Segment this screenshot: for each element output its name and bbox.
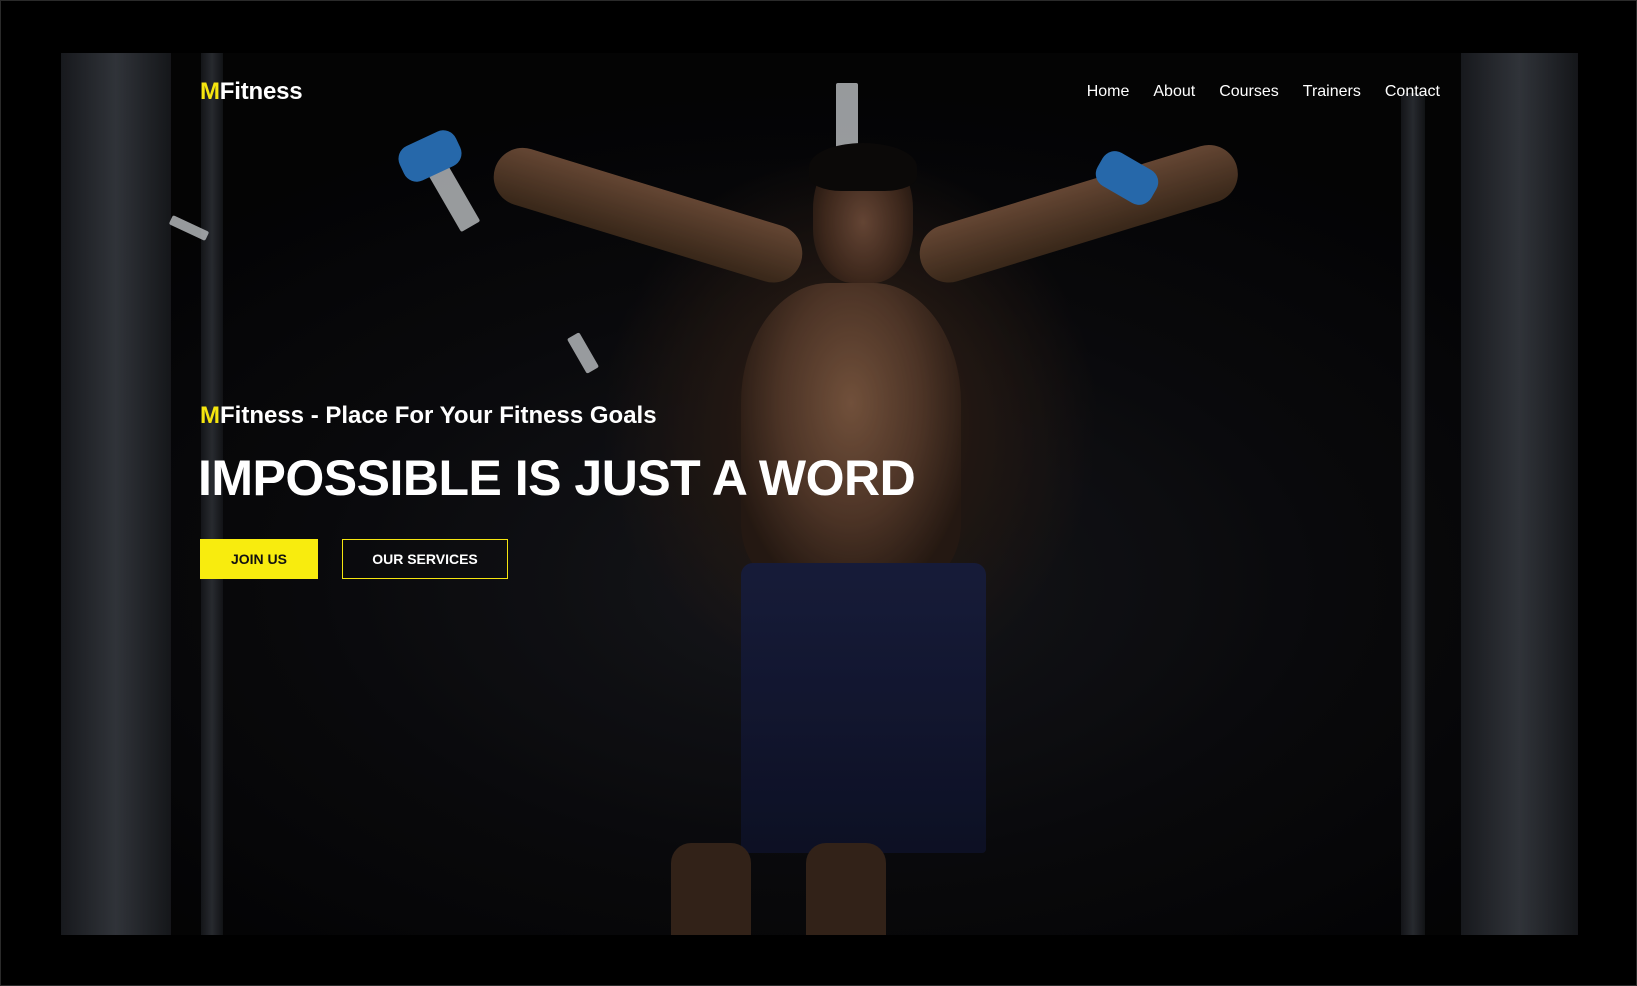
logo-text: Fitness [219,78,303,105]
navbar: MFitness Home About Courses Trainers Con… [61,53,1578,133]
nav-about[interactable]: About [1153,83,1195,101]
nav-contact[interactable]: Contact [1385,83,1440,101]
our-services-button[interactable]: OUR SERVICES [342,539,508,579]
nav-home[interactable]: Home [1087,83,1130,101]
join-us-button[interactable]: JOIN US [200,539,318,579]
tagline-accent: M [200,402,220,429]
site-logo[interactable]: MFitness [200,78,303,106]
hero-tagline: MFitness - Place For Your Fitness Goals [200,402,657,430]
nav-courses[interactable]: Courses [1219,83,1279,101]
nav-trainers[interactable]: Trainers [1303,83,1361,101]
logo-accent: M [200,78,220,105]
tagline-text: Fitness - Place For Your Fitness Goals [220,402,657,429]
hero-headline: IMPOSSIBLE IS JUST A WORD [198,450,916,506]
hero-section: MFitness Home About Courses Trainers Con… [61,53,1578,935]
main-nav: Home About Courses Trainers Contact [1087,83,1440,101]
page-frame: MFitness Home About Courses Trainers Con… [0,0,1637,986]
